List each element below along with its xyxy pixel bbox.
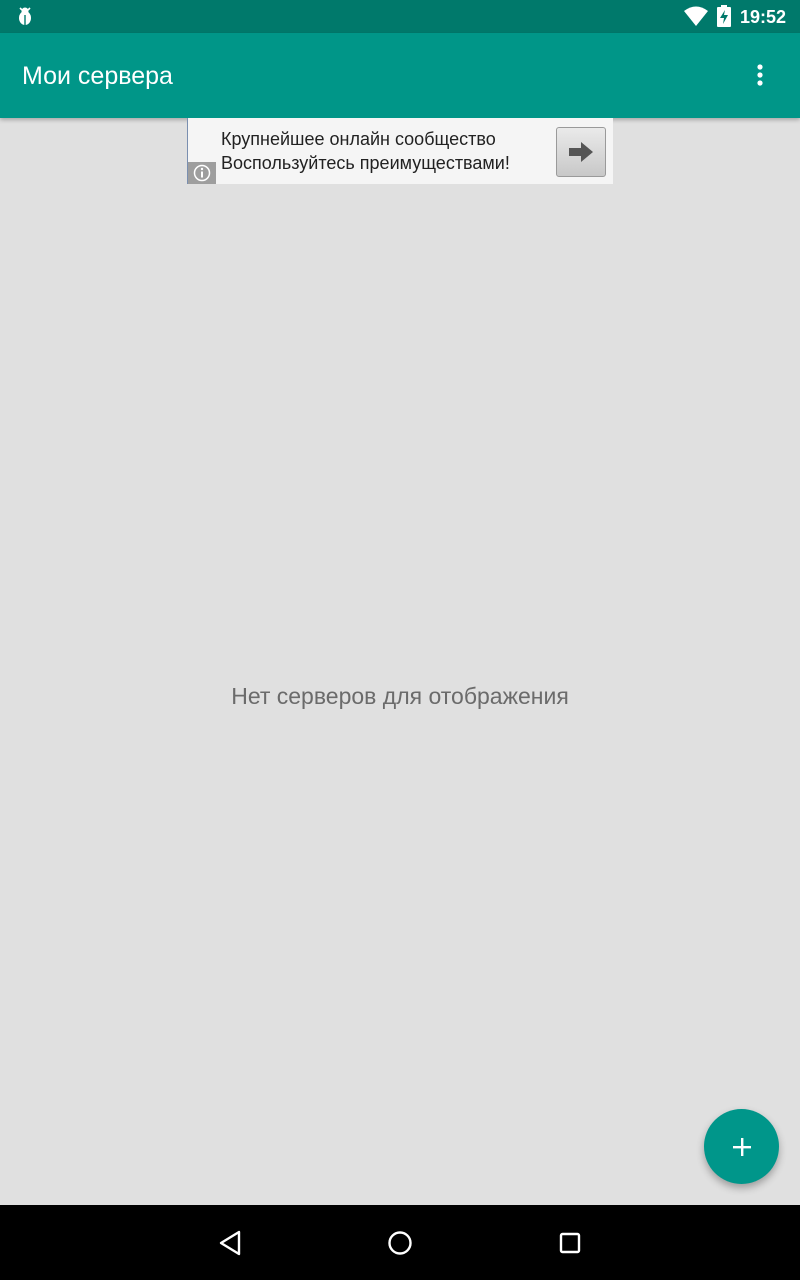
add-server-button[interactable] [704, 1109, 779, 1184]
more-vert-icon [757, 64, 763, 86]
ad-subline: Воспользуйтесь преимуществами! [221, 153, 510, 173]
navigation-bar [0, 1205, 800, 1280]
ad-open-button[interactable] [556, 127, 606, 177]
overflow-menu-button[interactable] [740, 55, 780, 95]
back-button[interactable] [212, 1225, 248, 1261]
app-bar: Мои сервера [0, 33, 800, 118]
info-icon [193, 164, 211, 182]
recents-button[interactable] [552, 1225, 588, 1261]
status-clock: 19:52 [740, 7, 787, 27]
page-title: Мои сервера [22, 62, 173, 90]
ad-banner[interactable]: Крупнейшее онлайн сообщество Воспользуйт… [187, 118, 613, 184]
recents-icon [559, 1232, 581, 1254]
home-button[interactable] [382, 1225, 418, 1261]
bug-icon [19, 7, 31, 25]
back-icon [219, 1230, 241, 1256]
plus-icon [732, 1137, 751, 1156]
empty-state-message: Нет серверов для отображения [231, 683, 569, 709]
arrow-right-icon [569, 142, 593, 162]
wifi-icon [684, 6, 708, 26]
ad-info-button[interactable] [188, 162, 216, 184]
battery-charging-icon [717, 5, 731, 27]
status-bar: 19:52 [0, 0, 800, 33]
ad-headline: Крупнейшее онлайн сообщество [221, 129, 496, 149]
home-icon [388, 1231, 412, 1255]
